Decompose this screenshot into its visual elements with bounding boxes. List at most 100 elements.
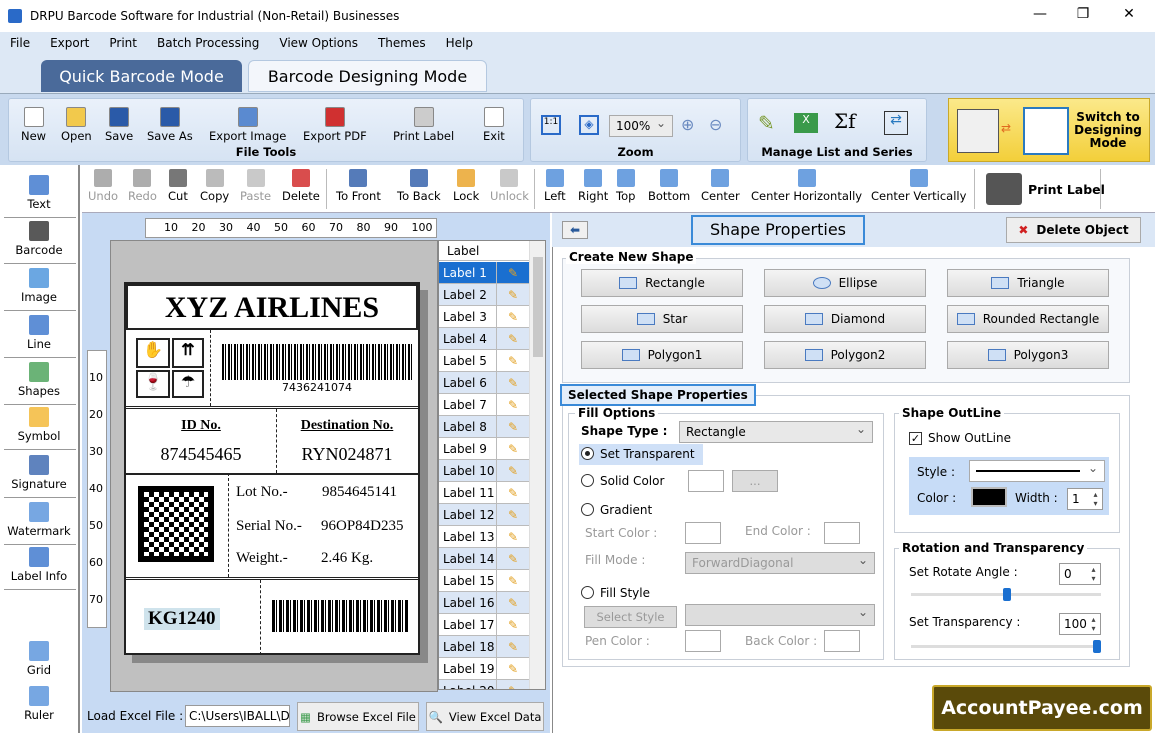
edit-pencil-icon[interactable]: ✎ — [497, 288, 529, 302]
lock-button[interactable]: Lock — [453, 169, 479, 203]
sidebar-image-button[interactable]: Image — [0, 268, 78, 304]
label-list-item[interactable]: Label 13 ✎ — [439, 526, 529, 548]
close-button[interactable]: ✕ — [1114, 6, 1144, 22]
right-button[interactable]: Right — [578, 169, 608, 203]
edit-pencil-icon[interactable]: ✎ — [497, 376, 529, 390]
solid-color-radio[interactable]: Solid Color — [581, 474, 664, 488]
zoom-in-icon[interactable]: ⊕ — [681, 115, 694, 134]
file-save-as-button[interactable]: Save As — [147, 107, 193, 143]
select-style-button[interactable]: Select Style — [584, 606, 677, 628]
sidebar-symbol-button[interactable]: Symbol — [0, 407, 78, 443]
file-new-button[interactable]: New — [21, 107, 46, 143]
undo-button[interactable]: Undo — [88, 169, 118, 203]
zoom-out-icon[interactable]: ⊖ — [709, 115, 722, 134]
fill-style-radio[interactable]: Fill Style — [581, 586, 650, 600]
sidebar-label-info-button[interactable]: Label Info — [0, 547, 78, 583]
fill-style-select[interactable] — [685, 604, 875, 626]
outline-style-select[interactable] — [969, 460, 1105, 482]
excel-path-input[interactable]: C:\Users\IBALL\D — [185, 705, 290, 727]
label-preview[interactable]: XYZ AIRLINES ✋ ⇈ 🍷 ☂ 7436241074 ID No. 8… — [124, 282, 420, 655]
pen-color-swatch[interactable] — [685, 630, 721, 652]
tab-barcode-designing-mode[interactable]: Barcode Designing Mode — [248, 60, 487, 92]
sidebar-barcode-button[interactable]: Barcode — [0, 221, 78, 257]
edit-pencil-icon[interactable]: ✎ — [497, 618, 529, 632]
shape-diamond-button[interactable]: Diamond — [764, 305, 926, 333]
series-sigma-icon[interactable]: Σf — [834, 109, 856, 133]
transparency-slider[interactable] — [911, 645, 1101, 648]
start-color-swatch[interactable] — [685, 522, 721, 544]
left-button[interactable]: Left — [544, 169, 566, 203]
copy-button[interactable]: Copy — [200, 169, 229, 203]
sidebar-signature-button[interactable]: Signature — [0, 455, 78, 491]
edit-pencil-icon[interactable]: ✎ — [497, 354, 529, 368]
center-horizontally-button[interactable]: Center Horizontally — [751, 169, 862, 203]
shape-rectangle-button[interactable]: Rectangle — [581, 269, 743, 297]
delete-object-button[interactable]: ✖ Delete Object — [1006, 217, 1141, 243]
print-label-button[interactable]: Print Label — [986, 173, 1105, 205]
edit-list-icon[interactable]: ✎ — [758, 111, 775, 135]
label-title[interactable]: XYZ AIRLINES — [126, 284, 418, 330]
label-list-item[interactable]: Label 17 ✎ — [439, 614, 529, 636]
edit-pencil-icon[interactable]: ✎ — [497, 552, 529, 566]
label-list-item[interactable]: Label 2 ✎ — [439, 284, 529, 306]
show-outline-checkbox[interactable]: ✓ Show OutLine — [909, 431, 1011, 445]
transparency-slider-thumb[interactable] — [1093, 640, 1101, 653]
center-vertically-button[interactable]: Center Vertically — [871, 169, 966, 203]
actual-size-icon[interactable]: 1:1 — [541, 115, 561, 135]
to-front-button[interactable]: To Front — [336, 169, 381, 203]
label-list-item[interactable]: Label 18 ✎ — [439, 636, 529, 658]
sidebar-ruler-button[interactable]: Ruler — [0, 686, 78, 722]
edit-pencil-icon[interactable]: ✎ — [497, 398, 529, 412]
code-text[interactable]: KG1240 — [144, 608, 220, 630]
end-color-swatch[interactable] — [824, 522, 860, 544]
file-exit-button[interactable]: Exit — [483, 107, 505, 143]
menu-print[interactable]: Print — [99, 36, 147, 50]
label-list-item[interactable]: Label 12 ✎ — [439, 504, 529, 526]
rotate-slider-thumb[interactable] — [1003, 588, 1011, 601]
browse-excel-button[interactable]: ▦ Browse Excel File — [297, 702, 419, 731]
shape-type-select[interactable]: Rectangle — [679, 421, 873, 443]
shape-rounded-rectangle-button[interactable]: Rounded Rectangle — [947, 305, 1109, 333]
back-color-swatch[interactable] — [824, 630, 860, 652]
sidebar-line-button[interactable]: Line — [0, 315, 78, 351]
outline-width-spinner[interactable]: 1 — [1067, 488, 1103, 510]
shape-star-button[interactable]: Star — [581, 305, 743, 333]
zoom-select[interactable]: 100% — [609, 115, 673, 137]
to-back-button[interactable]: To Back — [397, 169, 441, 203]
top-button[interactable]: Top — [616, 169, 635, 203]
edit-pencil-icon[interactable]: ✎ — [497, 486, 529, 500]
file-print-label-button[interactable]: Print Label — [393, 107, 454, 143]
menu-file[interactable]: File — [0, 36, 40, 50]
edit-pencil-icon[interactable]: ✎ — [497, 662, 529, 676]
menu-export[interactable]: Export — [40, 36, 99, 50]
switch-designing-mode-button[interactable]: ⇄ Switch to Designing Mode — [948, 98, 1150, 162]
barcode-2[interactable] — [272, 600, 408, 632]
sidebar-grid-button[interactable]: Grid — [0, 641, 78, 677]
edit-pencil-icon[interactable]: ✎ — [497, 420, 529, 434]
menu-view-options[interactable]: View Options — [269, 36, 368, 50]
label-list-item[interactable]: Label 5 ✎ — [439, 350, 529, 372]
label-list-item[interactable]: Label 15 ✎ — [439, 570, 529, 592]
shape-polygon1-button[interactable]: Polygon1 — [581, 341, 743, 369]
label-list-item[interactable]: Label 8 ✎ — [439, 416, 529, 438]
paste-button[interactable]: Paste — [240, 169, 271, 203]
label-list-item[interactable]: Label 19 ✎ — [439, 658, 529, 680]
menu-batch-processing[interactable]: Batch Processing — [147, 36, 269, 50]
label-list-item[interactable]: Label 14 ✎ — [439, 548, 529, 570]
shape-polygon2-button[interactable]: Polygon2 — [764, 341, 926, 369]
redo-button[interactable]: Redo — [128, 169, 157, 203]
edit-pencil-icon[interactable]: ✎ — [497, 442, 529, 456]
edit-pencil-icon[interactable]: ✎ — [497, 508, 529, 522]
back-arrow-button[interactable]: ⬅ — [562, 221, 588, 239]
sidebar-shapes-button[interactable]: Shapes — [0, 362, 78, 398]
edit-pencil-icon[interactable]: ✎ — [497, 464, 529, 478]
minimize-button[interactable]: — — [1025, 6, 1055, 22]
edit-pencil-icon[interactable]: ✎ — [497, 574, 529, 588]
tab-quick-barcode-mode[interactable]: Quick Barcode Mode — [41, 60, 242, 92]
file-save-button[interactable]: Save — [105, 107, 133, 143]
outline-color-swatch[interactable] — [971, 487, 1007, 507]
gradient-radio[interactable]: Gradient — [581, 503, 652, 517]
label-list-item[interactable]: Label 16 ✎ — [439, 592, 529, 614]
sidebar-watermark-button[interactable]: Watermark — [0, 502, 78, 538]
edit-pencil-icon[interactable]: ✎ — [497, 266, 529, 280]
